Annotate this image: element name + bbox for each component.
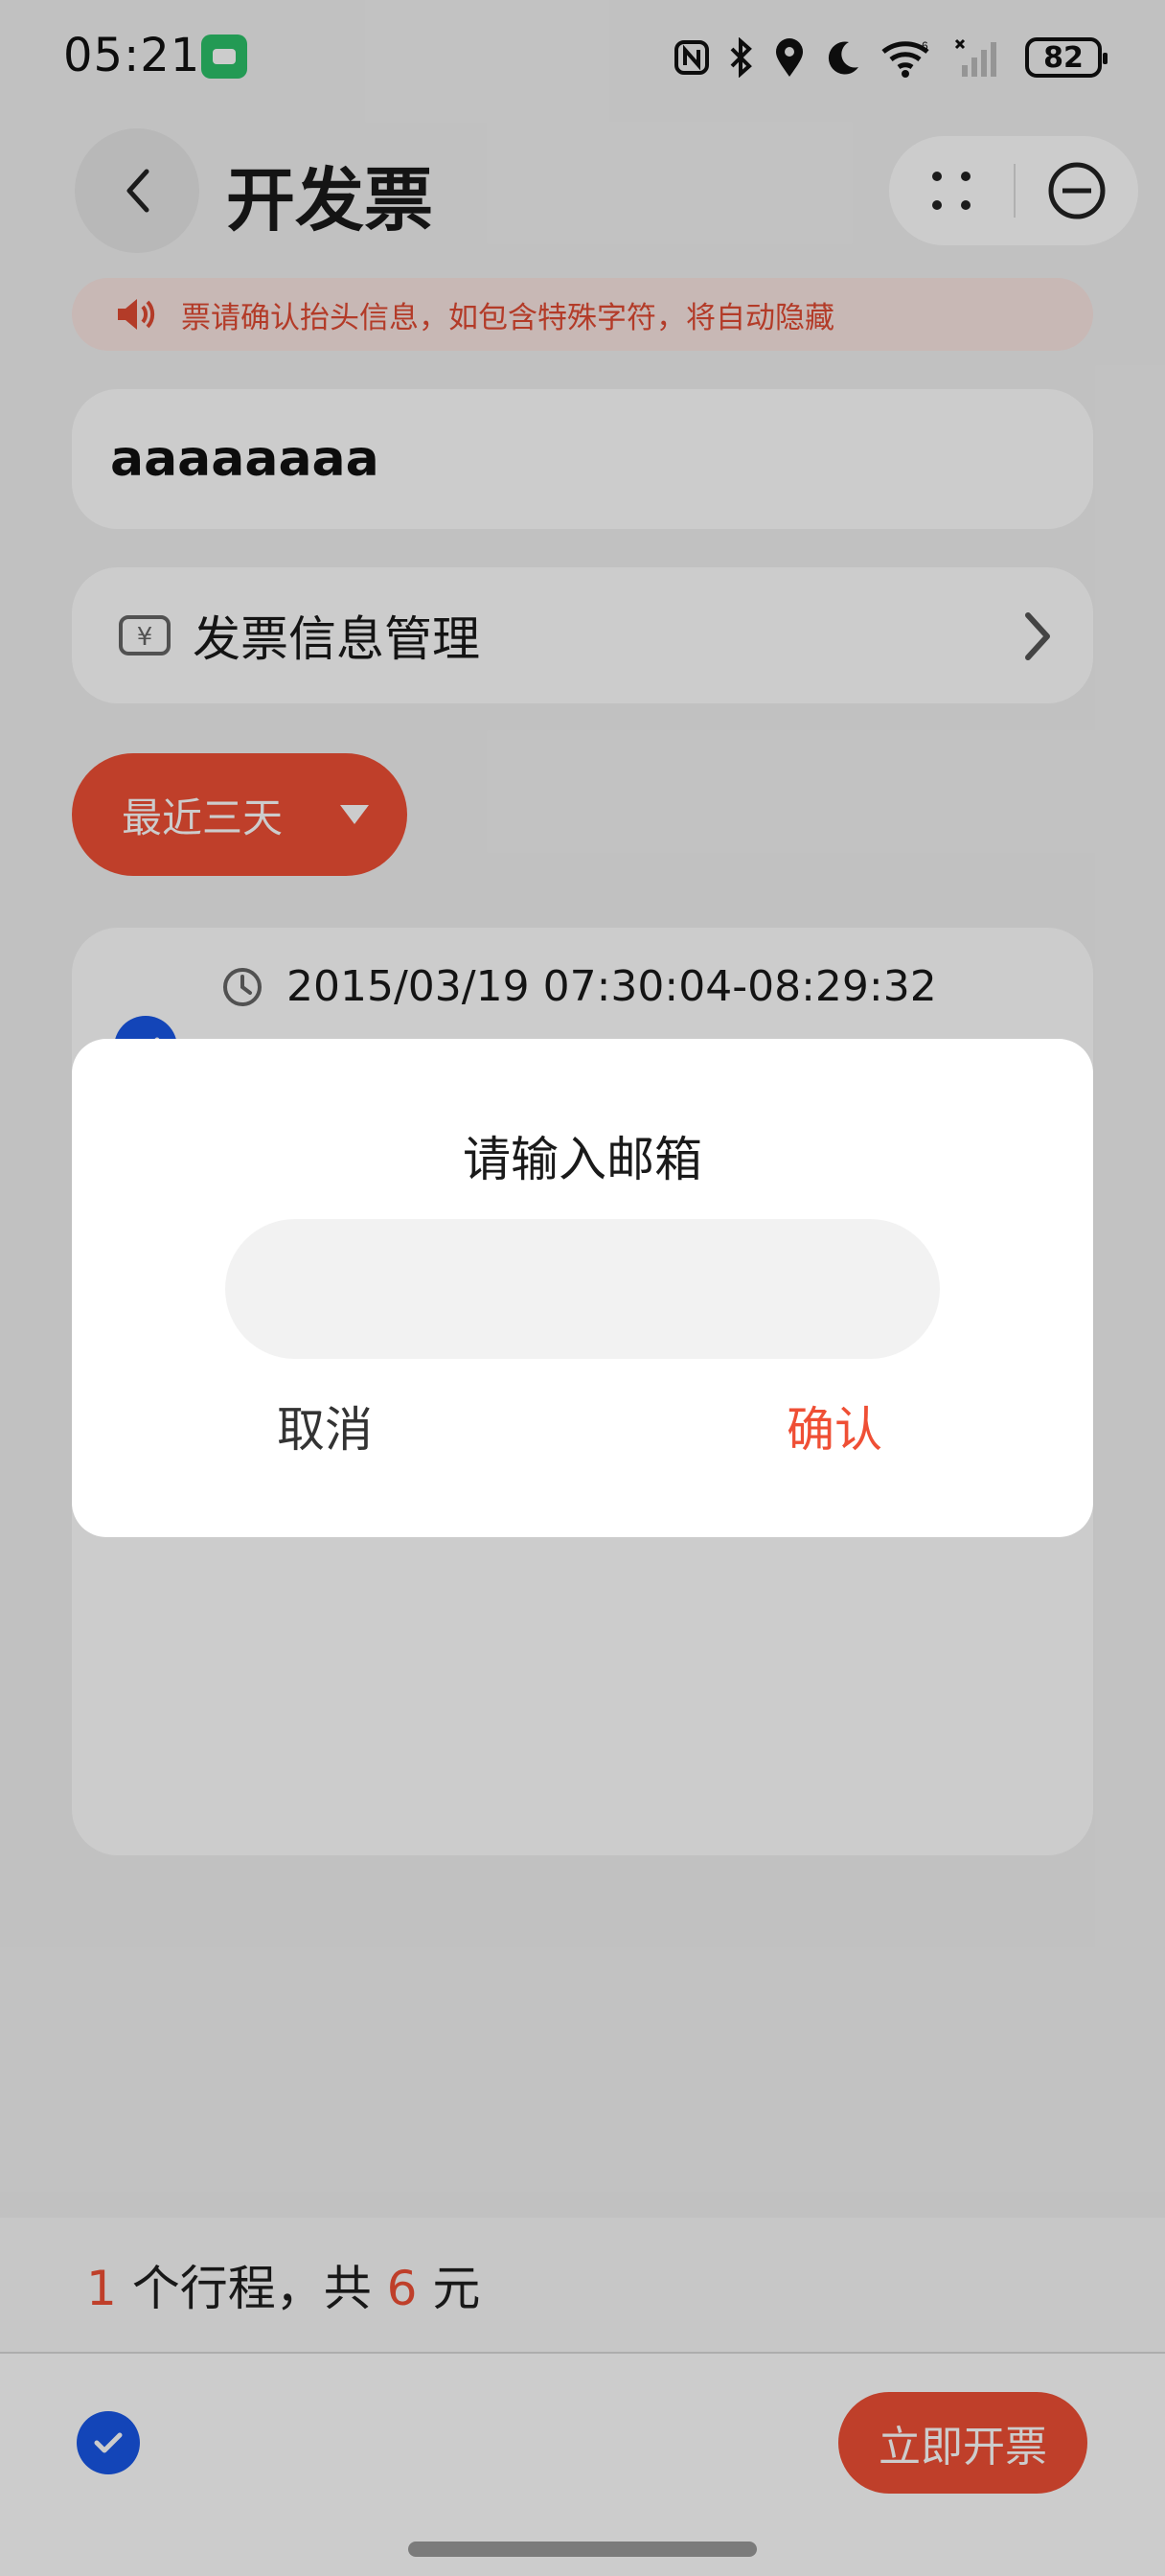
email-dialog: 请输入邮箱 取消 确认 [72, 1039, 1093, 1537]
email-input[interactable] [225, 1219, 940, 1359]
confirm-button[interactable]: 确认 [787, 1392, 882, 1460]
dialog-title: 请输入邮箱 [463, 1132, 702, 1187]
cancel-button[interactable]: 取消 [277, 1392, 373, 1460]
